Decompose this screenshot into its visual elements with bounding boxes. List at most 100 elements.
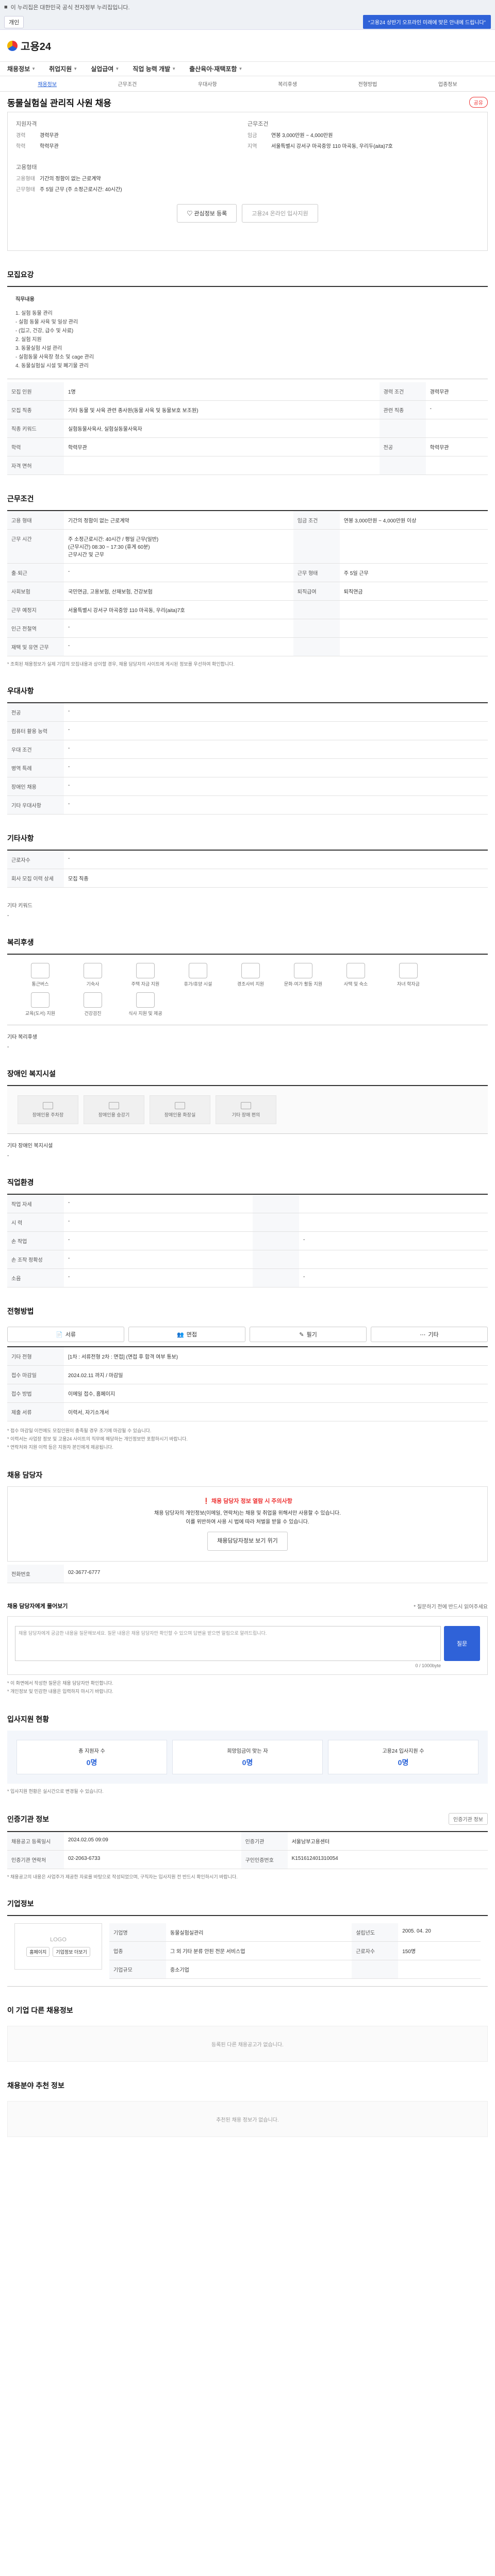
condition-label: 근무조건: [248, 121, 269, 127]
method-button-1[interactable]: 👥 면접: [128, 1327, 245, 1342]
section-tab-4[interactable]: 전형방법: [327, 80, 407, 88]
welfare-item: 문화·여가 활동 지원: [280, 963, 326, 987]
warning-icon: ❗: [203, 1498, 211, 1504]
disability-icon: [175, 1101, 185, 1109]
row-value: -: [64, 1250, 253, 1269]
row-value: 주 소정근로시간: 40시간 / 평일 근무(일반) (근무시간) 08:30 …: [64, 529, 293, 564]
section-tab-0[interactable]: 채용정보: [7, 80, 87, 88]
chevron-down-icon: ▼: [31, 66, 36, 71]
row-value: [299, 1194, 488, 1213]
nav-item-2[interactable]: 실업급여 ▼: [91, 64, 119, 73]
apply-button[interactable]: 고용24 온라인 입사지원: [242, 204, 318, 223]
condition-section-title: 근무조건: [7, 495, 34, 503]
qa-textarea[interactable]: 채용 담당자에게 궁금한 내용을 질문해보세요. 질문 내용은 채용 담당자만 …: [15, 1626, 441, 1661]
view-contact-button[interactable]: 채용담당자정보 보기 위기: [207, 1532, 288, 1551]
row-value: -: [64, 1213, 253, 1232]
kv-key: 근무형태: [16, 187, 35, 193]
disability-icon: [43, 1101, 53, 1109]
corp-link-0[interactable]: 홈페이지: [26, 1946, 50, 1957]
row-label: [293, 529, 340, 564]
welfare-icon-grid: 통근버스 기숙사 주택 자금 지원 휴가/휴양 시설 경조사비 지원 문화·여가 활동 지…: [7, 955, 488, 1025]
condition-note: * 조회된 채용정보가 실제 기업의 모집내용과 상이할 경우, 채용 담당자의…: [7, 662, 235, 667]
row-label: 우대 조건: [7, 740, 64, 759]
row-value: 2024.02.11 까지 / 마감일: [64, 1365, 488, 1384]
method-button-3[interactable]: ⋯ 기타: [371, 1327, 488, 1342]
summary-button[interactable]: 인증기관 정보: [449, 1813, 488, 1825]
kv-row: 임금 연봉 3,000만원 ~ 4,000만원: [248, 131, 479, 139]
disability-item: 장애인용 주차장: [18, 1095, 78, 1124]
row-value: -: [64, 619, 293, 638]
kv-key: 지역: [248, 144, 257, 149]
notice-link[interactable]: “고용24 상반기 오프라인 미래에 맞은 안내에 드립니다”: [363, 15, 491, 29]
welfare-extra-label: 기타 복리후생: [7, 1035, 37, 1040]
user-type-tag[interactable]: 개인: [4, 15, 24, 28]
row-value: -: [64, 1231, 253, 1250]
kv-value: 주 5일 근무 (주 소정근로시간: 40시간): [40, 187, 122, 193]
welfare-icon: [346, 963, 365, 978]
table-row: 기타 우대사항 -: [7, 795, 488, 815]
row-label: 재택 및 유연 근무: [7, 637, 64, 656]
welfare-label: 식사 지원 및 제공: [128, 1011, 162, 1016]
same-company-title: 이 기업 다른 채용정보: [7, 2006, 73, 2014]
nav-item-1[interactable]: 취업지원 ▼: [49, 64, 77, 73]
row-label: 구인인증번호: [241, 1850, 288, 1869]
row-value: -: [64, 721, 488, 740]
nav-item-label: 직업 능력 개발: [133, 65, 171, 73]
row-value: [339, 637, 488, 656]
section-tab-2[interactable]: 우대사항: [168, 80, 248, 88]
recommend-title: 채용분야 추천 정보: [7, 2081, 64, 2090]
welfare-label: 휴가/휴양 시설: [184, 981, 212, 987]
row-label: 근무 시간: [7, 529, 64, 564]
nav-item-3[interactable]: 직업 능력 개발 ▼: [133, 64, 176, 73]
row-label: 전공: [7, 703, 64, 722]
method-button-2[interactable]: ✎ 필기: [250, 1327, 367, 1342]
stat-value: 0명: [242, 1758, 253, 1767]
row-label: 기타 전형: [7, 1347, 64, 1366]
row-label: 근무 형태: [293, 563, 340, 582]
row-value: 기간의 정함이 없는 근로계약: [64, 511, 293, 530]
site-logo[interactable]: 고용24: [7, 38, 51, 53]
pref-section-title: 우대사항: [7, 687, 34, 695]
job-title: 동물실험실 관리직 사원 채용: [7, 98, 111, 108]
environment-section-title: 직업환경: [7, 1178, 34, 1187]
kv-key: 학력: [16, 144, 26, 149]
keyword-value: -: [7, 913, 9, 919]
employment-type-label: 고용형태: [16, 164, 37, 171]
row-value: 실험동물사육사, 실험실동물사육자: [64, 419, 380, 438]
interest-button[interactable]: ♡ 관심정보 등록: [177, 204, 237, 223]
other-section-title: 기타사항: [7, 834, 34, 842]
corp-link-1[interactable]: 기업정보 더보기: [53, 1946, 90, 1957]
table-row: 병역 특례 -: [7, 758, 488, 777]
share-button[interactable]: 공유: [469, 97, 488, 108]
welfare-icon: [31, 963, 50, 978]
table-row: 근무 예정지 서울특별시 강서구 마곡중앙 110 마곡동, 우리(aita)7호: [7, 600, 488, 619]
method-icon: ⋯: [420, 1331, 426, 1338]
row-value: -: [64, 740, 488, 759]
summary-title: 인증기관 정보: [7, 1815, 50, 1823]
kv-key: 고용형태: [16, 176, 35, 182]
nav-item-0[interactable]: 채용정보 ▼: [7, 64, 36, 73]
qa-submit-button[interactable]: 질문: [444, 1626, 480, 1661]
corp-table: 기업명 동물실험실관리 설립년도 2005. 04. 20 업종 그 외 기타 분류 안된…: [109, 1923, 481, 1979]
row-label: 손 조작 정확성: [7, 1250, 64, 1269]
row-value: [64, 456, 380, 475]
qa-section-title: 채용 담당자에게 물어보기 * 질문하기 전에 반드시 읽어주세요: [7, 1602, 488, 1610]
flag-icon: ■: [4, 4, 8, 10]
row-value: 서울특별시 강서구 마곡중앙 110 마곡동, 우리(aita)7호: [64, 600, 293, 619]
row-label: 모집 직종: [7, 400, 64, 419]
method-button-0[interactable]: 📄 서류: [7, 1327, 124, 1342]
table-row: 업종 그 외 기타 분류 안된 전문 서비스업 근로자수 150명: [109, 1941, 481, 1960]
section-tab-3[interactable]: 복리후생: [248, 80, 327, 88]
kv-value: 기간의 정함이 없는 근로계약: [40, 176, 101, 182]
row-label: [253, 1213, 299, 1232]
method-label: 필기: [306, 1332, 317, 1338]
table-row: 기업명 동물실험실관리 설립년도 2005. 04. 20: [109, 1923, 481, 1942]
row-value: [425, 419, 488, 438]
kv-row: 경력 경력무관: [16, 131, 248, 139]
nav-item-4[interactable]: 출산육아·재택포함 ▼: [189, 64, 242, 73]
table-row: 손 조작 정확성 -: [7, 1250, 488, 1269]
section-tab-1[interactable]: 근무조건: [87, 80, 167, 88]
section-tab-5[interactable]: 업종정보: [408, 80, 488, 88]
row-label: 장애인 채용: [7, 777, 64, 796]
row-label: [253, 1268, 299, 1287]
